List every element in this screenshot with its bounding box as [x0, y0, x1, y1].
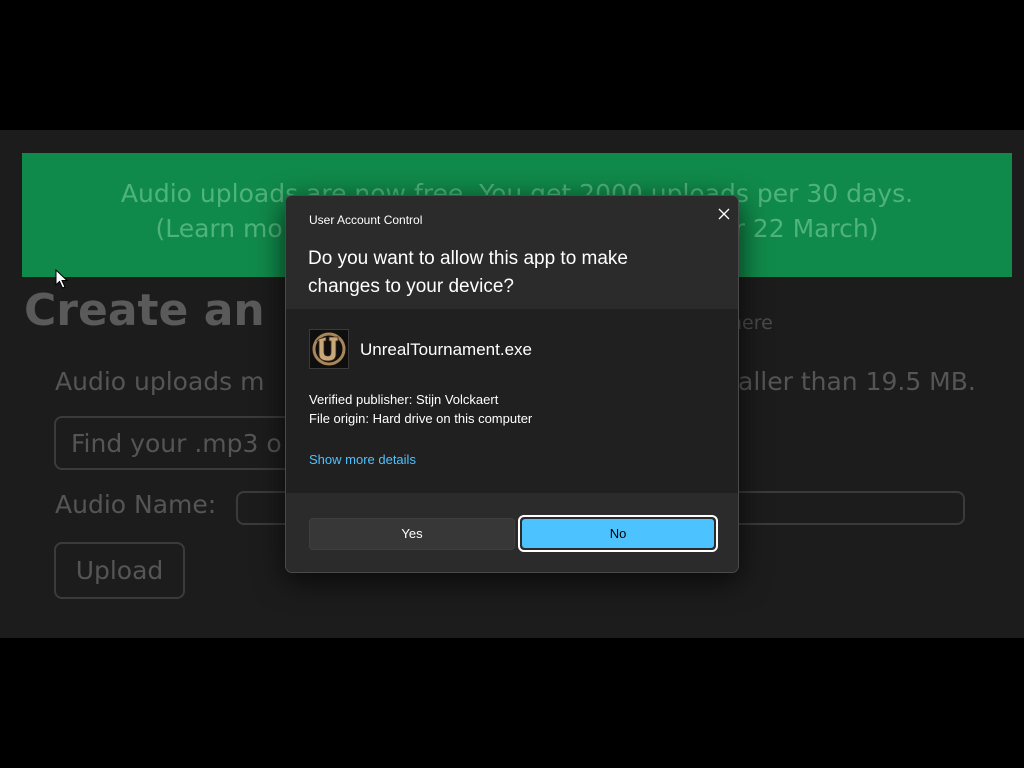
upload-size-text: aller than 19.5 MB.	[738, 367, 976, 396]
show-more-details-link[interactable]: Show more details	[309, 452, 416, 467]
app-name: UnrealTournament.exe	[360, 340, 532, 359]
file-input: Find your .mp3 o	[54, 416, 294, 470]
uac-dialog: User Account Control Do you want to allo…	[285, 195, 739, 573]
uac-window-title: User Account Control	[309, 213, 423, 227]
uac-question: Do you want to allow this app to make ch…	[308, 248, 629, 297]
page-title: Create an	[24, 285, 265, 336]
verified-publisher: Verified publisher: Stijn Volckaert	[309, 392, 499, 407]
close-icon[interactable]	[714, 204, 734, 224]
file-origin: File origin: Hard drive on this computer	[309, 411, 533, 426]
audio-name-label: Audio Name:	[55, 490, 217, 519]
upload-button: Upload	[54, 542, 185, 599]
mouse-cursor-icon	[55, 269, 69, 289]
upload-rules-text: Audio uploads m	[55, 367, 265, 396]
file-input-text: Find your .mp3 o	[71, 429, 282, 458]
unreal-tournament-icon	[309, 329, 349, 369]
yes-button[interactable]: Yes	[309, 518, 515, 550]
no-button[interactable]: No	[522, 519, 714, 548]
